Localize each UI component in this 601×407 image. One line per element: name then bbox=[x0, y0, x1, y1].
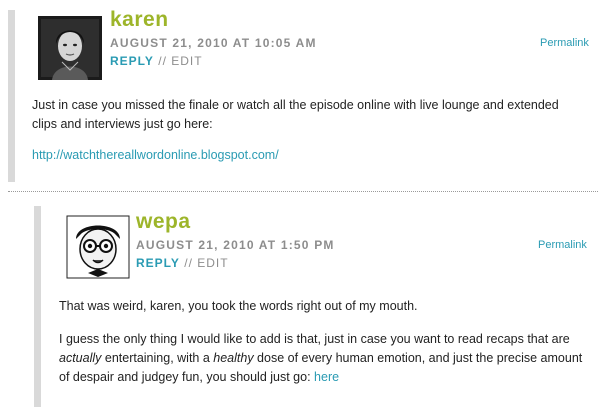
comment-indent-bar bbox=[8, 10, 15, 182]
emphasis-text: healthy bbox=[213, 351, 254, 365]
permalink-link[interactable]: Permalink bbox=[540, 37, 589, 49]
comment-body-link[interactable]: http://watchthereallwordonline.blogspot.… bbox=[32, 146, 279, 165]
reply-button[interactable]: REPLY bbox=[110, 54, 154, 68]
reply-date: August 21, 2010 at 1:50 pm bbox=[136, 238, 335, 252]
wepa-avatar-image bbox=[66, 215, 130, 279]
reply-actions: REPLY // EDIT bbox=[136, 256, 229, 270]
reply-author-name[interactable]: wepa bbox=[136, 210, 191, 234]
permalink-link[interactable]: Permalink bbox=[538, 239, 587, 251]
comment-divider bbox=[8, 191, 598, 192]
comment-body-paragraph: Just in case you missed the finale or wa… bbox=[32, 98, 559, 131]
edit-button[interactable]: EDIT bbox=[171, 54, 202, 68]
comment-date: August 21, 2010 at 10:05 am bbox=[110, 36, 317, 50]
reply-button[interactable]: REPLY bbox=[136, 256, 180, 270]
here-link[interactable]: here bbox=[314, 370, 339, 384]
karen-avatar-image bbox=[38, 16, 102, 80]
paragraph-text: entertaining, with a bbox=[101, 351, 214, 365]
comment-actions: REPLY // EDIT bbox=[110, 54, 203, 68]
emphasis-text: actually bbox=[59, 351, 102, 365]
edit-button[interactable]: EDIT bbox=[197, 256, 228, 270]
action-separator: // bbox=[158, 54, 167, 68]
comment-author-name[interactable]: karen bbox=[110, 8, 169, 32]
reply-body-paragraph-1: That was weird, karen, you took the word… bbox=[59, 299, 418, 313]
action-separator: // bbox=[184, 256, 193, 270]
reply-body-paragraph-2: I guess the only thing I would like to a… bbox=[59, 330, 594, 387]
paragraph-text: I guess the only thing I would like to a… bbox=[59, 332, 570, 346]
reply-indent-bar bbox=[34, 206, 41, 407]
